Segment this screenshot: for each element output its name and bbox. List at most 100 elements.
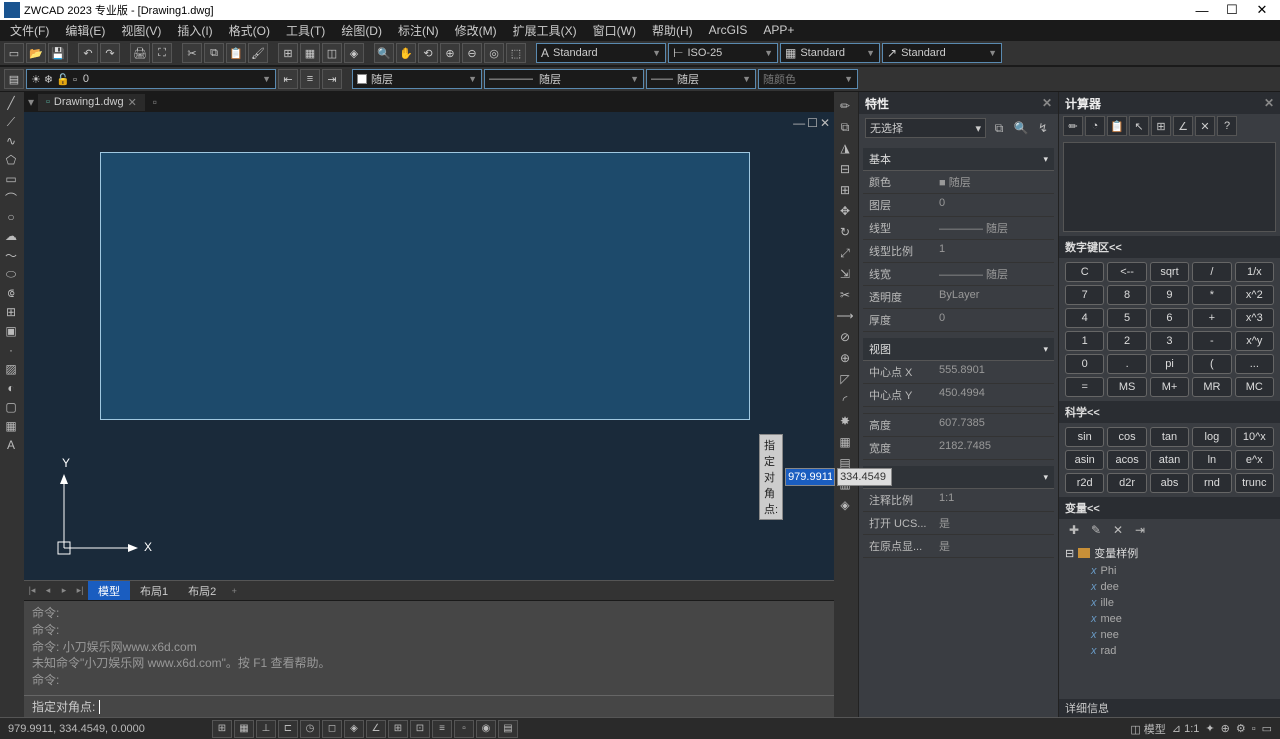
fillet-icon[interactable]: ◜: [834, 390, 856, 410]
hatch-icon[interactable]: ▨: [0, 360, 22, 378]
sci-key[interactable]: atan: [1150, 450, 1189, 470]
sci-key[interactable]: cos: [1107, 427, 1146, 447]
infer-toggle[interactable]: ⊥: [256, 720, 276, 738]
snap-toggle[interactable]: ▦: [234, 720, 254, 738]
calc-key[interactable]: <--: [1107, 262, 1146, 282]
calculator-close-icon[interactable]: ✕: [1264, 96, 1274, 110]
new-icon[interactable]: ▭: [4, 43, 24, 63]
menu-item[interactable]: 扩展工具(X): [507, 20, 583, 41]
pline-icon[interactable]: ∿: [0, 132, 22, 150]
menu-item[interactable]: 插入(I): [171, 20, 218, 41]
properties-close-icon[interactable]: ✕: [1042, 96, 1052, 110]
array-icon[interactable]: ⊞: [834, 180, 856, 200]
chamfer-icon[interactable]: ◸: [834, 369, 856, 389]
calc-key[interactable]: ...: [1235, 354, 1274, 374]
trim-icon[interactable]: ✂: [834, 285, 856, 305]
coord-y-input[interactable]: [837, 468, 892, 486]
region-icon[interactable]: ▢: [0, 398, 22, 416]
menu-item[interactable]: 视图(V): [115, 20, 167, 41]
new-tab-button[interactable]: ▫: [145, 95, 165, 109]
zoom-icon[interactable]: 🔍: [374, 43, 394, 63]
cut-icon[interactable]: ✂: [182, 43, 202, 63]
calc-units-icon[interactable]: ⊞: [1151, 116, 1171, 136]
spline-icon[interactable]: ～: [0, 246, 22, 264]
property-row[interactable]: 线型———— 随层: [863, 217, 1054, 240]
calc-key[interactable]: MS: [1107, 377, 1146, 397]
tool-b-icon[interactable]: ▦: [300, 43, 320, 63]
var-root-node[interactable]: ⊟变量样例: [1065, 543, 1274, 563]
calc-get-icon[interactable]: ↖: [1129, 116, 1149, 136]
variable-item[interactable]: xdee: [1065, 579, 1274, 595]
copy-icon[interactable]: ⧉: [204, 43, 224, 63]
grid-toggle[interactable]: ⊞: [212, 720, 232, 738]
calc-key[interactable]: -: [1192, 331, 1231, 351]
copy-obj-icon[interactable]: ⧉: [834, 117, 856, 137]
preview-icon[interactable]: ⛶: [152, 43, 172, 63]
mleader-style-dropdown[interactable]: ↗Standard▼: [882, 43, 1002, 63]
arc-icon[interactable]: ⌒: [0, 189, 22, 207]
layout-tab[interactable]: 布局1: [130, 581, 178, 601]
sci-key[interactable]: tan: [1150, 427, 1189, 447]
maximize-button[interactable]: ☐: [1218, 1, 1246, 19]
sci-key[interactable]: ln: [1192, 450, 1231, 470]
osnap-toggle[interactable]: ◻: [322, 720, 342, 738]
tool-c-icon[interactable]: ◫: [322, 43, 342, 63]
sci-key[interactable]: abs: [1150, 473, 1189, 493]
calc-key[interactable]: 7: [1065, 285, 1104, 305]
plotstyle-dropdown[interactable]: 随颜色▼: [758, 69, 858, 89]
calc-key[interactable]: 4: [1065, 308, 1104, 328]
3dosnap-toggle[interactable]: ◈: [344, 720, 364, 738]
menu-item[interactable]: 窗口(W): [587, 20, 642, 41]
explode-icon[interactable]: ✸: [834, 411, 856, 431]
insert-icon[interactable]: ⊞: [0, 303, 22, 321]
sci-key[interactable]: trunc: [1235, 473, 1274, 493]
calc-key[interactable]: pi: [1150, 354, 1189, 374]
variable-item[interactable]: xnee: [1065, 627, 1274, 643]
pan-icon[interactable]: ✋: [396, 43, 416, 63]
property-row[interactable]: 线宽———— 随层: [863, 263, 1054, 286]
dim-style-dropdown[interactable]: ⊢ISO-25▼: [668, 43, 778, 63]
menu-item[interactable]: 工具(T): [280, 20, 331, 41]
coord-x-input[interactable]: [785, 468, 835, 486]
tool-e-icon[interactable]: ⟲: [418, 43, 438, 63]
save-icon[interactable]: 💾: [48, 43, 68, 63]
tab-next-icon[interactable]: ▸: [56, 585, 72, 596]
calc-key[interactable]: 2: [1107, 331, 1146, 351]
calc-key[interactable]: 8: [1107, 285, 1146, 305]
dyn-toggle[interactable]: ⊡: [410, 720, 430, 738]
sci-key[interactable]: d2r: [1107, 473, 1146, 493]
extend-icon[interactable]: ⟶: [834, 306, 856, 326]
selection-dropdown[interactable]: 无选择▾: [865, 118, 986, 138]
join-icon[interactable]: ⊕: [834, 348, 856, 368]
calc-key[interactable]: 3: [1150, 331, 1189, 351]
text-style-dropdown[interactable]: AStandard▼: [536, 43, 666, 63]
ortho-toggle[interactable]: ⊏: [278, 720, 298, 738]
calc-key[interactable]: x^2: [1235, 285, 1274, 305]
workspace-icon[interactable]: ⚙: [1236, 722, 1246, 735]
prop-section-header[interactable]: 视图▾: [863, 338, 1054, 361]
select-obj-icon[interactable]: 🔍: [1012, 119, 1030, 137]
revcloud-icon[interactable]: ☁: [0, 227, 22, 245]
erase-icon[interactable]: ✏: [834, 96, 856, 116]
property-row[interactable]: 中心点 X555.8901: [863, 361, 1054, 384]
color-dropdown[interactable]: 随层▼: [352, 69, 482, 89]
trans-toggle[interactable]: ▫: [454, 720, 474, 738]
calc-key[interactable]: C: [1065, 262, 1104, 282]
hardware-icon[interactable]: ▫: [1252, 723, 1256, 735]
quick-select-icon[interactable]: ⧉: [990, 119, 1008, 137]
toggle-pick-icon[interactable]: ↯: [1034, 119, 1052, 137]
var-send-icon[interactable]: ⇥: [1131, 521, 1149, 539]
menu-item[interactable]: 文件(F): [4, 20, 55, 41]
canvas-min-icon[interactable]: —: [793, 116, 805, 130]
lineweight-dropdown[interactable]: ——随层▼: [646, 69, 756, 89]
paste-icon[interactable]: 📋: [226, 43, 246, 63]
ducs-toggle[interactable]: ⊞: [388, 720, 408, 738]
property-row[interactable]: [863, 407, 1054, 414]
scale-icon[interactable]: ⤢: [834, 243, 856, 263]
polar-toggle[interactable]: ◷: [300, 720, 320, 738]
otrack-toggle[interactable]: ∠: [366, 720, 386, 738]
layout-tab[interactable]: 布局2: [178, 581, 226, 601]
prop-section-header[interactable]: 基本▾: [863, 148, 1054, 171]
tool-g-icon[interactable]: ⊖: [462, 43, 482, 63]
calc-key[interactable]: x^3: [1235, 308, 1274, 328]
